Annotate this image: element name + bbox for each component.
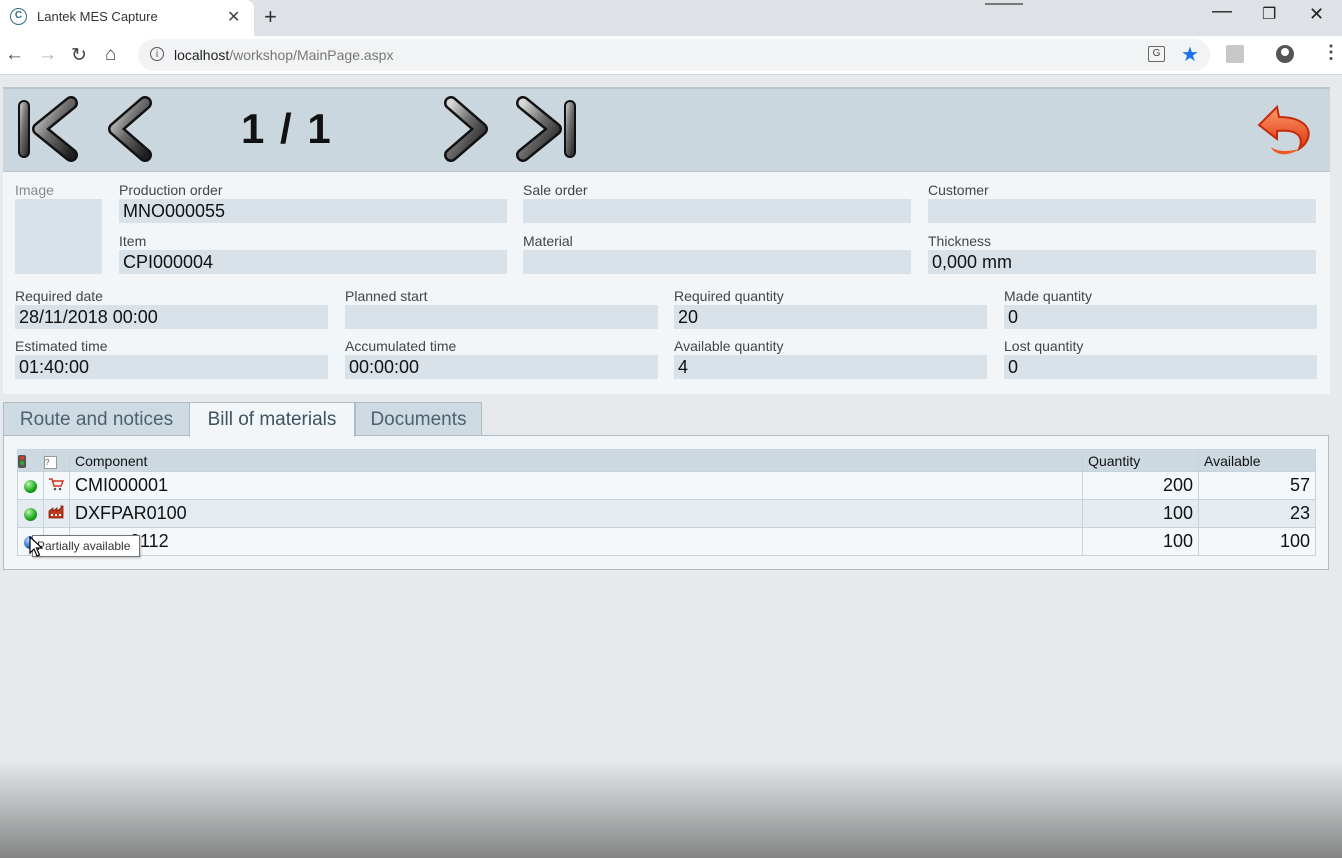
- translate-icon[interactable]: G: [1148, 46, 1165, 62]
- production-order-label: Production order: [119, 182, 223, 198]
- estimated-time-field[interactable]: 01:40:00: [15, 355, 328, 379]
- made-quantity-field[interactable]: 0: [1004, 305, 1317, 329]
- component-column-header[interactable]: Component: [68, 449, 1084, 472]
- question-mark-icon: ?: [43, 456, 57, 469]
- made-quantity-label: Made quantity: [1004, 288, 1092, 304]
- type-cell: [42, 471, 70, 500]
- type-column-header[interactable]: ?: [42, 449, 70, 472]
- customer-field[interactable]: [928, 199, 1316, 223]
- reload-icon[interactable]: ↻: [71, 44, 87, 67]
- tab-documents[interactable]: Documents: [355, 402, 482, 435]
- quantity-column-header[interactable]: Quantity: [1082, 449, 1200, 472]
- required-date-label: Required date: [15, 288, 103, 304]
- url-path: /workshop/MainPage.aspx: [229, 47, 394, 63]
- browser-titlebar: C Lantek MES Capture ✕ + — ❐ ✕: [0, 0, 1342, 36]
- account-icon[interactable]: [1276, 45, 1294, 63]
- material-field[interactable]: [523, 250, 911, 274]
- bom-grid: ? Component Quantity Available CMI000001…: [17, 449, 1316, 556]
- lost-quantity-label: Lost quantity: [1004, 338, 1084, 354]
- status-column-header[interactable]: [17, 449, 44, 472]
- bill-of-materials-panel: ? Component Quantity Available CMI000001…: [3, 435, 1329, 570]
- accumulated-time-label: Accumulated time: [345, 338, 457, 354]
- browser-tab[interactable]: C Lantek MES Capture ✕: [0, 0, 254, 36]
- grid-header-row: ? Component Quantity Available: [17, 449, 1316, 472]
- quantity-cell: 100: [1082, 527, 1200, 556]
- required-quantity-field[interactable]: 20: [674, 305, 987, 329]
- table-row[interactable]: CMI000001 200 57: [17, 471, 1316, 500]
- window-close-icon[interactable]: ✕: [1309, 4, 1324, 25]
- accumulated-time-field[interactable]: 00:00:00: [345, 355, 658, 379]
- bookmark-star-icon[interactable]: ★: [1181, 42, 1199, 67]
- undo-return-icon[interactable]: [1255, 95, 1323, 163]
- planned-start-field[interactable]: [345, 305, 658, 329]
- status-tooltip: Partially available: [32, 535, 140, 557]
- site-info-icon[interactable]: i: [150, 47, 164, 61]
- available-cell: 23: [1198, 499, 1316, 528]
- required-date-field[interactable]: 28/11/2018 00:00: [15, 305, 328, 329]
- available-cell: 100: [1198, 527, 1316, 556]
- image-label: Image: [15, 182, 54, 198]
- tab-close-icon[interactable]: ✕: [227, 7, 240, 27]
- estimated-time-label: Estimated time: [15, 338, 108, 354]
- url-text[interactable]: localhost/workshop/MainPage.aspx: [174, 47, 393, 63]
- record-pager: 1 / 1: [241, 105, 333, 152]
- type-cell: [42, 499, 70, 528]
- thickness-label: Thickness: [928, 233, 992, 249]
- quantity-cell: 100: [1082, 499, 1200, 528]
- green-status-icon[interactable]: [23, 479, 37, 493]
- tab-bill-of-materials[interactable]: Bill of materials: [189, 402, 355, 437]
- quantity-cell: 200: [1082, 471, 1200, 500]
- address-bar[interactable]: i localhost/workshop/MainPage.aspx G ★: [138, 39, 1210, 71]
- component-cell: 0112: [68, 527, 1084, 556]
- home-icon[interactable]: ⌂: [105, 44, 116, 66]
- component-cell: DXFPAR0100: [68, 499, 1084, 528]
- new-tab-icon[interactable]: +: [264, 4, 277, 30]
- available-cell: 57: [1198, 471, 1316, 500]
- planned-start-label: Planned start: [345, 288, 428, 304]
- traffic-light-icon: [18, 455, 26, 469]
- item-field[interactable]: CPI000004: [119, 250, 507, 274]
- customer-label: Customer: [928, 182, 989, 198]
- next-record-icon[interactable]: [441, 95, 491, 163]
- last-record-icon[interactable]: [515, 95, 581, 163]
- url-host: localhost: [174, 47, 230, 63]
- table-row[interactable]: 0112 100 100: [17, 527, 1316, 556]
- material-label: Material: [523, 233, 573, 249]
- production-order-field[interactable]: MNO000055: [119, 199, 507, 223]
- browser-menu-icon[interactable]: ⋮: [1322, 42, 1340, 63]
- sale-order-field[interactable]: [523, 199, 911, 223]
- previous-record-icon[interactable]: [105, 95, 155, 163]
- item-label: Item: [119, 233, 147, 249]
- tab-title: Lantek MES Capture: [37, 9, 158, 24]
- mouse-cursor-icon: [29, 536, 43, 557]
- forward-arrow-icon[interactable]: →: [38, 44, 57, 66]
- status-cell[interactable]: [17, 471, 44, 500]
- drag-handle: [985, 0, 1023, 5]
- page-bottom-fade: [0, 760, 1342, 858]
- pdf-extension-icon[interactable]: [1226, 45, 1244, 63]
- first-record-icon[interactable]: [13, 95, 79, 163]
- browser-toolbar: ← → ↻ ⌂ i localhost/workshop/MainPage.as…: [0, 36, 1342, 75]
- lantek-favicon-icon: C: [10, 8, 27, 25]
- green-status-icon[interactable]: [23, 507, 37, 521]
- available-quantity-label: Available quantity: [674, 338, 784, 354]
- required-quantity-label: Required quantity: [674, 288, 784, 304]
- available-column-header[interactable]: Available: [1198, 449, 1316, 472]
- cart-icon: [49, 478, 65, 491]
- restore-icon[interactable]: ❐: [1262, 4, 1276, 24]
- lost-quantity-field[interactable]: 0: [1004, 355, 1317, 379]
- thickness-field[interactable]: 0,000 mm: [928, 250, 1316, 274]
- back-arrow-icon[interactable]: ←: [5, 44, 24, 66]
- tab-route-and-notices[interactable]: Route and notices: [3, 402, 190, 435]
- factory-icon: [49, 505, 64, 519]
- order-info-panel: Image Production order MNO000055 Sale or…: [3, 172, 1330, 394]
- available-quantity-field[interactable]: 4: [674, 355, 987, 379]
- navigation-header: 1 / 1: [3, 87, 1330, 172]
- sale-order-label: Sale order: [523, 182, 588, 198]
- minimize-icon[interactable]: —: [1212, 0, 1232, 23]
- table-row[interactable]: DXFPAR0100 100 23: [17, 499, 1316, 528]
- status-cell[interactable]: [17, 499, 44, 528]
- component-cell: CMI000001: [68, 471, 1084, 500]
- item-image: [15, 199, 102, 274]
